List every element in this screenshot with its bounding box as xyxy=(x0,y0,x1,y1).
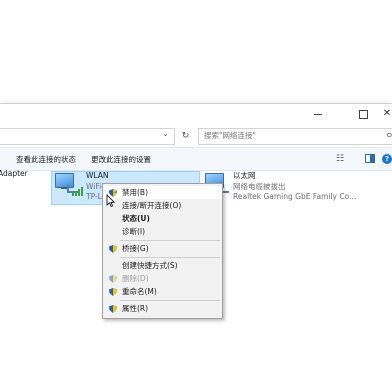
help-icon: ? xyxy=(382,153,392,164)
menu-item-connect-disconnect[interactable]: 连接/断开连接(O) xyxy=(103,199,222,212)
menu-item-label: 属性(R) xyxy=(122,304,149,313)
view-status-button[interactable]: 查看此连接的状态 xyxy=(16,154,76,165)
menu-item-status[interactable]: 状态(U) xyxy=(103,212,222,225)
connection-item-adapter[interactable]: Adapter xyxy=(0,169,50,200)
close-icon: ✕ xyxy=(382,108,392,119)
uac-shield-icon xyxy=(109,305,117,313)
menu-item-label: 桥接(G) xyxy=(122,244,149,253)
connection-status: 网络电缆被拔出 xyxy=(233,182,286,191)
maximize-icon xyxy=(358,109,368,119)
close-button[interactable]: ✕ xyxy=(373,104,392,124)
context-menu: 禁用(B) 连接/断开连接(O) 状态(U) 诊断(I) 桥接(G) 创建快捷方… xyxy=(102,183,223,319)
uac-shield-icon xyxy=(109,245,117,253)
menu-item-label: 删除(D) xyxy=(122,274,149,283)
menu-item-properties[interactable]: 属性(R) xyxy=(103,302,222,315)
menu-item-label: 重命名(M) xyxy=(122,287,157,296)
menu-separator xyxy=(120,257,220,258)
search-input[interactable] xyxy=(199,129,364,142)
menu-separator xyxy=(120,240,220,241)
refresh-button[interactable]: ↻ xyxy=(178,128,193,143)
title-bar: ✕ xyxy=(0,104,392,124)
menu-item-bridge[interactable]: 桥接(G) xyxy=(103,242,222,255)
view-options-icon[interactable]: ☷ xyxy=(334,153,346,164)
menu-item-delete[interactable]: 删除(D) xyxy=(103,272,222,285)
menu-item-rename[interactable]: 重命名(M) xyxy=(103,285,222,298)
chevron-down-icon[interactable]: ⌄ xyxy=(162,129,169,138)
menu-separator xyxy=(120,300,220,301)
search-box[interactable]: ㅇ xyxy=(198,128,392,145)
search-icon[interactable]: ㅇ xyxy=(386,130,392,141)
menu-item-label: 诊断(I) xyxy=(122,227,146,236)
uac-shield-icon xyxy=(109,275,117,283)
menu-item-diagnose[interactable]: 诊断(I) xyxy=(103,225,222,238)
connection-name: Adapter xyxy=(0,169,28,178)
wifi-signal-icon xyxy=(72,187,83,196)
minimize-icon xyxy=(314,113,322,115)
command-bar: 查看此连接的状态 更改此连接的设置 ☷ ? xyxy=(0,147,392,171)
connection-name: WLAN xyxy=(86,171,109,180)
menu-item-label: 状态(U) xyxy=(122,214,150,223)
menu-item-label: 连接/断开连接(O) xyxy=(122,201,182,210)
menu-item-create-shortcut[interactable]: 创建快捷方式(S) xyxy=(103,259,222,272)
menu-item-label: 禁用(B) xyxy=(122,188,148,197)
preview-pane-icon[interactable] xyxy=(364,153,376,164)
address-row: ⌄ ↻ ㅇ xyxy=(0,125,392,147)
address-bar[interactable] xyxy=(0,128,175,145)
connection-name: 以太网 xyxy=(233,171,256,180)
help-button[interactable]: ? xyxy=(381,153,392,164)
menu-item-disable[interactable]: 禁用(B) xyxy=(103,186,222,199)
minimize-button[interactable] xyxy=(304,104,332,124)
mouse-cursor-icon xyxy=(106,194,116,208)
connection-device: Realtek Gaming GbE Family Co... xyxy=(233,192,357,201)
menu-item-label: 创建快捷方式(S) xyxy=(122,261,178,270)
change-settings-button[interactable]: 更改此连接的设置 xyxy=(91,154,151,165)
refresh-icon: ↻ xyxy=(181,130,190,141)
uac-shield-icon xyxy=(109,288,117,296)
